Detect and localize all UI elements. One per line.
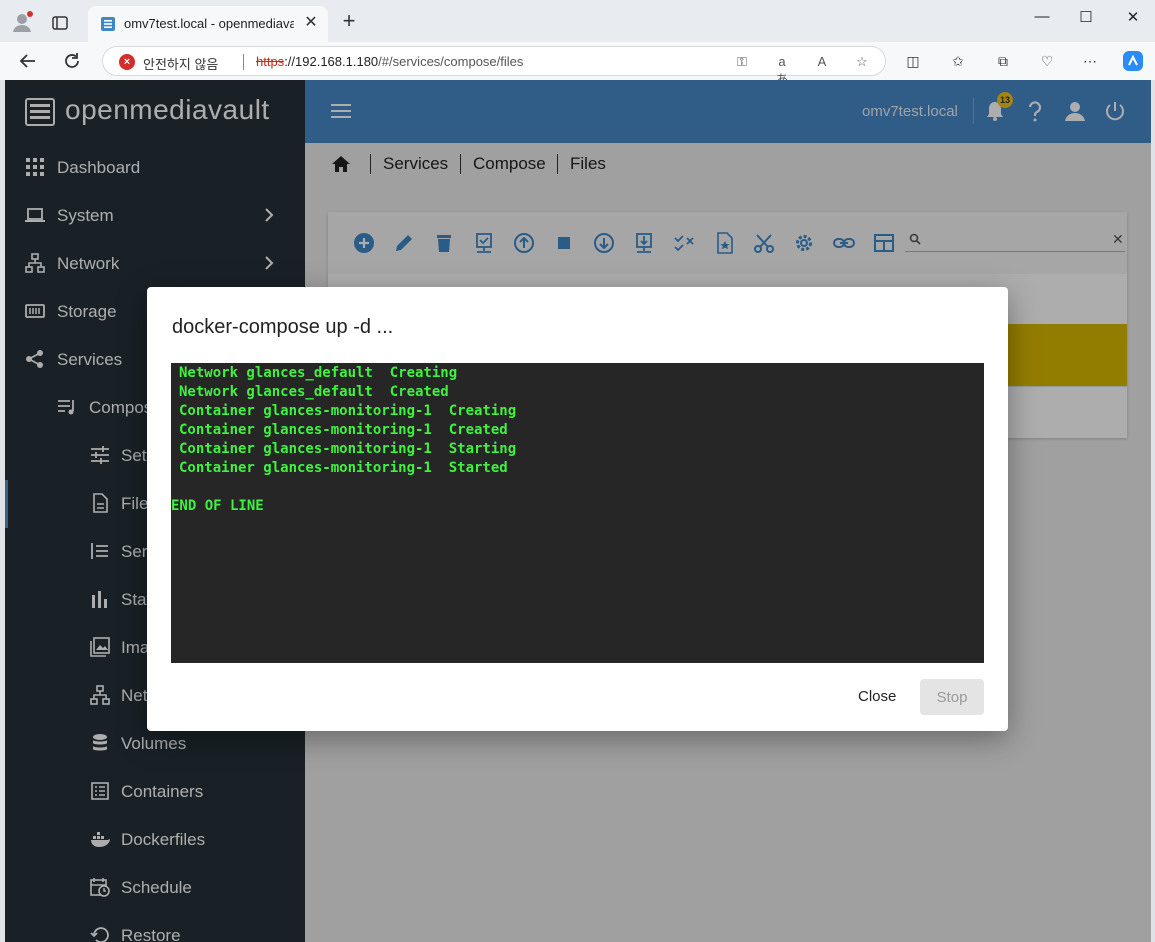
split-screen-icon[interactable]: ◫: [903, 51, 923, 71]
not-secure-icon: ×: [119, 54, 135, 70]
security-label[interactable]: 안전하지 않음: [143, 54, 218, 73]
browser-toolbar: × 안전하지 않음 https://192.168.1.180/#/servic…: [0, 42, 1155, 87]
key-icon[interactable]: ⚿: [733, 53, 751, 71]
close-button[interactable]: Close: [843, 679, 911, 715]
collections-icon[interactable]: ⧉: [993, 51, 1013, 71]
output-line: Container glances-monitoring-1 Created: [179, 422, 508, 438]
favorites-icon[interactable]: ✩: [948, 51, 968, 71]
omv-favicon-icon: [101, 17, 115, 31]
url-scheme: https: [256, 54, 285, 69]
copilot-icon[interactable]: [1121, 49, 1145, 73]
profile-icon[interactable]: [10, 10, 34, 34]
browser-tabstrip: omv7test.local - openmediavault ✕ + — ☐ …: [0, 0, 1155, 42]
tab-title: omv7test.local - openmediavault: [124, 16, 294, 31]
stop-button: Stop: [920, 679, 984, 715]
address-bar[interactable]: × 안전하지 않음 https://192.168.1.180/#/servic…: [102, 46, 886, 87]
compose-output-dialog: docker-compose up -d ... Network glances…: [147, 287, 1008, 731]
terminal-output: Network glances_default Creating Network…: [171, 363, 984, 663]
maximize-icon[interactable]: ☐: [1071, 8, 1101, 28]
refresh-icon[interactable]: [61, 50, 83, 72]
favorite-star-icon[interactable]: ☆: [853, 53, 871, 71]
output-line: Network glances_default Creating: [179, 365, 458, 381]
tab-close-icon[interactable]: ✕: [302, 14, 320, 32]
browser-tab[interactable]: omv7test.local - openmediavault ✕: [88, 6, 328, 42]
output-line: Container glances-monitoring-1 Starting: [179, 441, 517, 457]
translate-icon[interactable]: aあ: [773, 53, 791, 87]
minimize-icon[interactable]: —: [1027, 8, 1057, 28]
new-tab-icon[interactable]: +: [338, 10, 360, 33]
url-text[interactable]: https://192.168.1.180/#/services/compose…: [256, 54, 523, 69]
read-aloud-icon[interactable]: A: [813, 53, 831, 71]
end-of-output: END OF LINE: [171, 498, 264, 514]
url-host: ://192.168.1.180: [284, 54, 379, 69]
output-line: Network glances_default Created: [179, 384, 449, 400]
tab-actions-icon[interactable]: [50, 13, 70, 33]
output-line: Container glances-monitoring-1 Started: [179, 460, 508, 476]
url-path: /#/services/compose/files: [378, 54, 524, 69]
address-divider: [243, 54, 244, 70]
window-close-icon[interactable]: ✕: [1118, 8, 1148, 28]
dialog-title: docker-compose up -d ...: [172, 316, 394, 338]
more-options-icon[interactable]: ⋯: [1080, 51, 1100, 71]
output-line: Container glances-monitoring-1 Creating: [179, 403, 517, 419]
back-icon[interactable]: [17, 50, 39, 72]
browser-essentials-icon[interactable]: ♡: [1037, 51, 1057, 71]
